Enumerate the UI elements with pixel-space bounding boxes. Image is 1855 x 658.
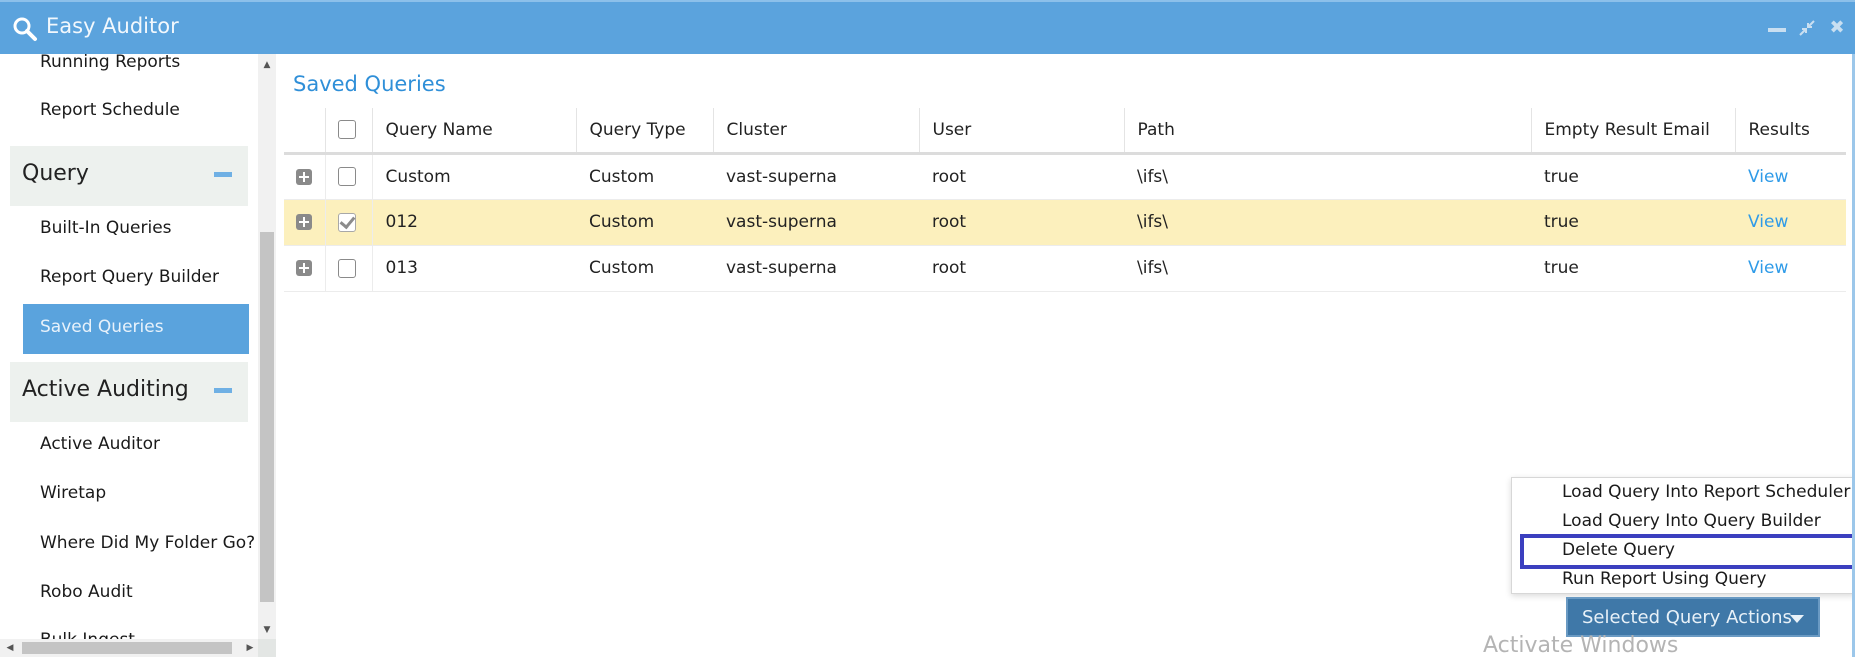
scrollbar-corner (258, 639, 276, 657)
sidebar-item-active-auditor[interactable]: Active Auditor (40, 434, 160, 454)
cell-results: View (1735, 245, 1846, 292)
query-actions-menu: Load Query Into Report Scheduler Load Qu… (1511, 477, 1855, 594)
select-all-checkbox[interactable] (337, 120, 356, 140)
expand-cell (284, 245, 326, 292)
scrollbar-thumb[interactable] (260, 232, 274, 602)
search-icon[interactable] (12, 16, 38, 42)
sidebar-item-label: Saved Queries (40, 317, 164, 337)
cell-empty-result-email: true (1531, 245, 1735, 292)
cell-user: root (919, 153, 1124, 200)
sidebar-item-built-in-queries[interactable]: Built-In Queries (40, 218, 172, 238)
button-label: Selected Query Actions (1582, 607, 1792, 628)
menu-item-load-into-query-builder[interactable]: Load Query Into Query Builder (1562, 511, 1821, 531)
view-results-link[interactable]: View (1748, 258, 1788, 278)
scroll-right-arrow-icon[interactable]: ▶ (242, 639, 258, 657)
cell-path: \ifs\ (1124, 199, 1531, 246)
sidebar-item-robo-audit[interactable]: Robo Audit (40, 582, 133, 602)
title-bar: Easy Auditor ✖ (0, 0, 1855, 54)
close-icon[interactable]: ✖ (1827, 18, 1847, 38)
activate-windows-watermark: Activate Windows (1483, 633, 1679, 658)
menu-item-load-into-report-scheduler[interactable]: Load Query Into Report Scheduler (1562, 482, 1850, 502)
cell-query-name: 013 (372, 245, 576, 292)
sidebar-horizontal-scrollbar[interactable]: ◀ ▶ (0, 639, 258, 657)
sidebar: Running Reports Report Schedule Query Bu… (0, 54, 258, 639)
cell-cluster: vast-superna (713, 245, 919, 292)
scroll-down-arrow-icon[interactable]: ▼ (258, 621, 276, 639)
column-header-empty-result-email[interactable]: Empty Result Email (1530, 108, 1735, 155)
cell-path: \ifs\ (1124, 245, 1531, 292)
section-label: Query (22, 161, 89, 186)
row-checkbox[interactable] (337, 212, 356, 232)
column-header-path[interactable]: Path (1123, 108, 1531, 155)
table-row[interactable]: Custom Custom vast-superna root \ifs\ true Vie… (284, 153, 1846, 200)
restore-icon[interactable] (1797, 18, 1817, 38)
view-results-link[interactable]: View (1748, 167, 1788, 187)
table-header-row: Query Name Query Type Cluster User Path … (284, 108, 1846, 155)
caret-down-icon (1790, 615, 1804, 623)
section-label: Active Auditing (22, 377, 189, 402)
saved-queries-table: Query Name Query Type Cluster User Path … (284, 108, 1846, 292)
column-header-cluster[interactable]: Cluster (712, 108, 919, 155)
app-title: Easy Auditor (46, 14, 179, 38)
selected-query-actions-button[interactable]: Selected Query Actions (1566, 597, 1820, 637)
sidebar-vertical-scrollbar[interactable]: ▲ ▼ (258, 54, 276, 639)
sidebar-item-where-did-my-folder-go[interactable]: Where Did My Folder Go? (40, 533, 255, 553)
checkbox-cell (325, 153, 373, 200)
column-header-expand (284, 108, 325, 155)
scroll-up-arrow-icon[interactable]: ▲ (258, 56, 276, 74)
sidebar-section-active-auditing[interactable]: Active Auditing (10, 362, 248, 422)
row-checkbox[interactable] (337, 258, 356, 278)
expand-cell (284, 199, 326, 246)
sidebar-item-bulk-ingest[interactable]: Bulk Ingest (40, 630, 135, 639)
cell-cluster: vast-superna (713, 153, 919, 200)
cell-query-type: Custom (576, 245, 713, 292)
cell-query-type: Custom (576, 153, 713, 200)
sidebar-item-wiretap[interactable]: Wiretap (40, 483, 106, 503)
cell-empty-result-email: true (1531, 199, 1735, 246)
column-header-user[interactable]: User (918, 108, 1124, 155)
collapse-minus-icon[interactable] (214, 388, 232, 393)
cell-query-type: Custom (576, 199, 713, 246)
minimize-icon[interactable] (1767, 18, 1787, 38)
expand-plus-icon[interactable] (296, 260, 312, 276)
view-results-link[interactable]: View (1748, 212, 1788, 232)
checkbox-cell (325, 245, 373, 292)
expand-plus-icon[interactable] (296, 168, 312, 185)
cell-results: View (1735, 199, 1846, 246)
expand-cell (284, 153, 326, 200)
cell-user: root (919, 245, 1124, 292)
column-header-select-all (324, 108, 372, 155)
cell-cluster: vast-superna (713, 199, 919, 246)
column-header-results[interactable]: Results (1734, 108, 1846, 155)
scroll-left-arrow-icon[interactable]: ◀ (2, 639, 18, 657)
checkbox-cell (325, 199, 373, 246)
collapse-minus-icon[interactable] (214, 172, 232, 177)
highlight-box (1520, 534, 1855, 569)
column-header-query-type[interactable]: Query Type (575, 108, 713, 155)
cell-query-name: 012 (372, 199, 576, 246)
sidebar-section-query[interactable]: Query (10, 146, 248, 206)
cell-path: \ifs\ (1124, 153, 1531, 200)
cell-empty-result-email: true (1531, 153, 1735, 200)
expand-plus-icon[interactable] (296, 214, 312, 230)
scrollbar-thumb[interactable] (22, 642, 232, 654)
cell-query-name: Custom (372, 153, 576, 200)
cell-results: View (1735, 153, 1846, 200)
sidebar-item-running-reports[interactable]: Running Reports (40, 54, 180, 72)
window-controls: ✖ (1767, 18, 1847, 38)
menu-item-run-report-using-query[interactable]: Run Report Using Query (1562, 569, 1766, 589)
page-title: Saved Queries (293, 72, 446, 96)
table-row[interactable]: 012 Custom vast-superna root \ifs\ true View (284, 199, 1846, 246)
sidebar-item-report-query-builder[interactable]: Report Query Builder (40, 267, 219, 287)
cell-user: root (919, 199, 1124, 246)
column-header-query-name[interactable]: Query Name (371, 108, 576, 155)
sidebar-item-saved-queries[interactable]: Saved Queries (23, 304, 249, 354)
table-row[interactable]: 013 Custom vast-superna root \ifs\ true View (284, 245, 1846, 292)
row-checkbox[interactable] (337, 167, 356, 186)
sidebar-item-report-schedule[interactable]: Report Schedule (40, 100, 180, 120)
